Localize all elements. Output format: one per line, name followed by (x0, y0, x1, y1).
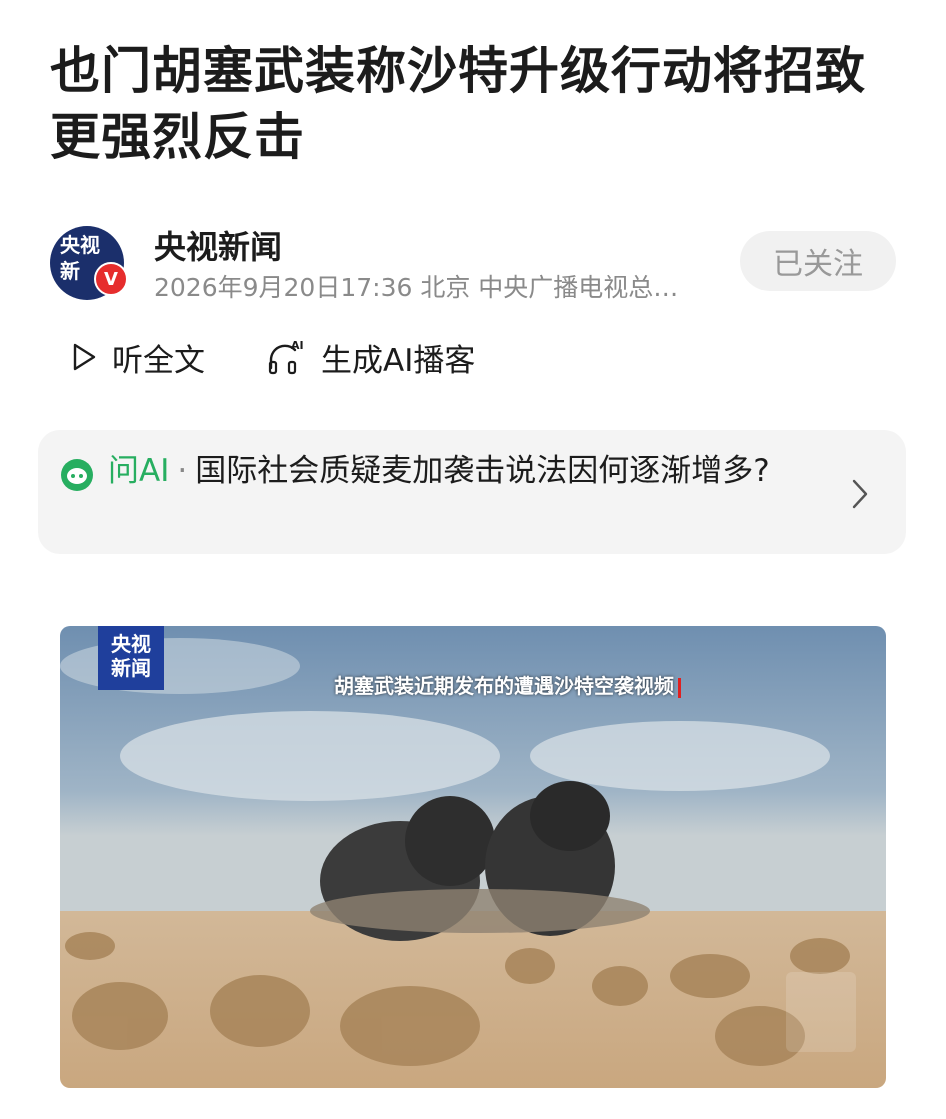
channel-logo-text: 央视 (111, 632, 151, 656)
avatar-text: 央视 (60, 233, 100, 257)
publish-meta: 2026年9月20日17:36 北京 中央广播电视总… (154, 273, 679, 302)
listen-button[interactable]: 听全文 (70, 335, 205, 380)
podcast-label: 生成AI播客 (321, 342, 476, 379)
podcast-icon-text: AI (291, 339, 304, 352)
avatar[interactable]: 央视 新 V (50, 226, 128, 300)
listen-label: 听全文 (112, 342, 205, 379)
channel-logo-text-2: 新闻 (111, 656, 151, 680)
caption-bar (678, 677, 681, 698)
chevron-right-icon (852, 479, 868, 509)
article-title: 也门胡塞武装称沙特升级行动将招致更强烈反击 (50, 42, 866, 166)
headphones-icon: AI (268, 339, 304, 375)
ask-ai-label: 问AI (108, 453, 170, 489)
podcast-button[interactable]: AI 生成AI播客 (267, 335, 475, 380)
video-player[interactable]: 央视 新闻 胡塞武装近期发布的遭遇沙特空袭视频 (60, 626, 886, 1088)
follow-button[interactable]: 已关注 (740, 231, 896, 291)
video-caption: 胡塞武装近期发布的遭遇沙特空袭视频 (334, 670, 681, 699)
ask-ai-text: 问AI · 国际社会质疑麦加袭击说法因何逐渐增多? (108, 450, 808, 492)
video-caption-text: 胡塞武装近期发布的遭遇沙特空袭视频 (334, 674, 674, 698)
verified-badge-icon: V (94, 262, 128, 296)
action-bar: 听全文 AI 生成AI播客 (70, 332, 475, 382)
source-name[interactable]: 央视新闻 (154, 222, 282, 268)
channel-logo: 央视 新闻 (98, 626, 164, 690)
avatar-text-2: 新 (60, 259, 80, 283)
ai-assistant-icon (61, 459, 93, 491)
ask-ai-card[interactable]: 问AI · 国际社会质疑麦加袭击说法因何逐渐增多? (38, 430, 906, 554)
play-icon (73, 343, 96, 371)
ask-ai-separator: · (177, 453, 188, 489)
ask-ai-question: 国际社会质疑麦加袭击说法因何逐渐增多? (195, 453, 770, 489)
